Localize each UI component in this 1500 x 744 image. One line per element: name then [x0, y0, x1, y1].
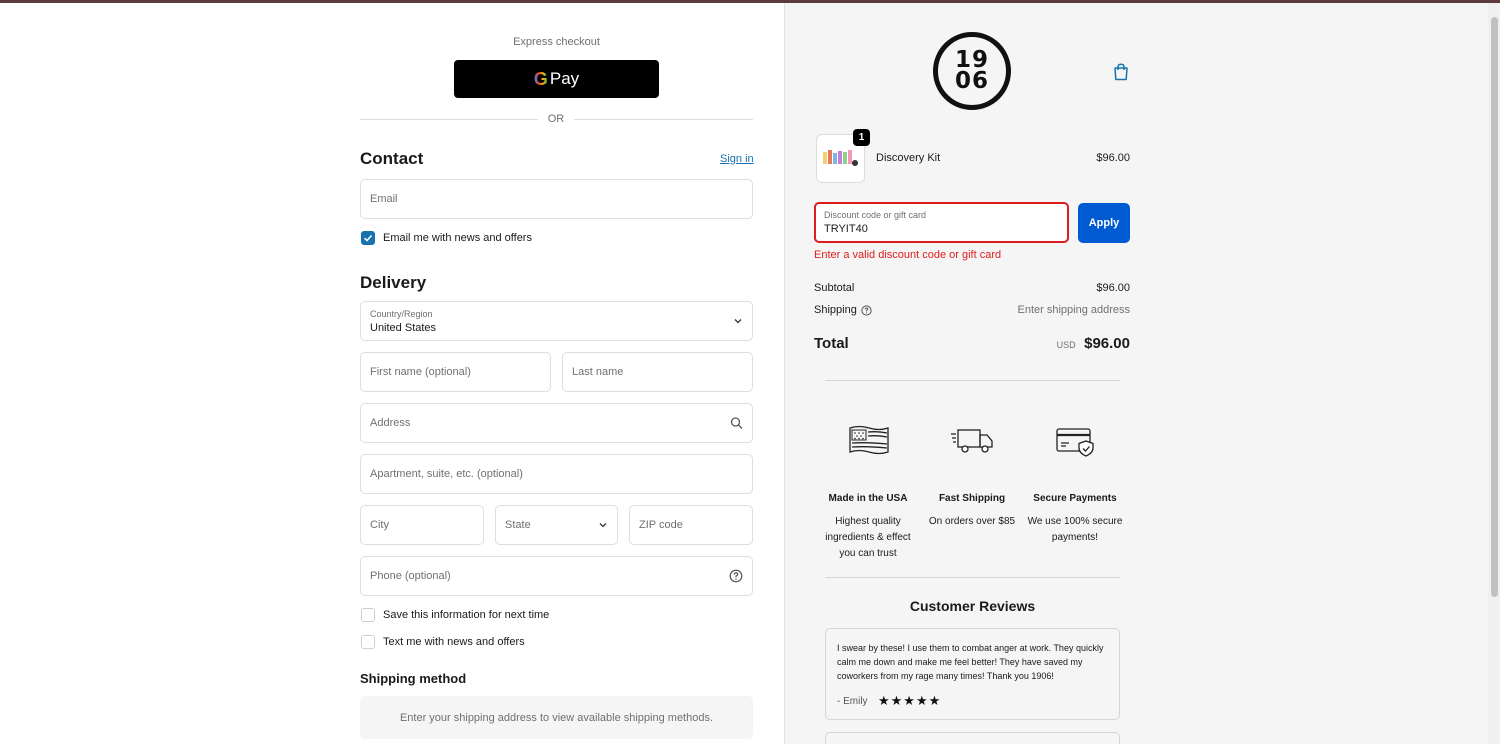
- cart-item-name: Discovery Kit: [876, 152, 941, 164]
- phone-field[interactable]: Phone (optional): [360, 556, 753, 596]
- google-pay-label: Pay: [549, 69, 580, 88]
- text-me-checkbox[interactable]: [361, 635, 375, 649]
- city-placeholder: City: [370, 519, 389, 531]
- scrollbar-thumb[interactable]: [1491, 17, 1498, 597]
- divider: [825, 380, 1120, 381]
- contact-title: Contact: [360, 149, 424, 168]
- feature-desc-made-in-usa: Highest quality ingredients & effect you…: [825, 516, 911, 559]
- feature-desc-secure-payments: We use 100% secure payments!: [1027, 516, 1123, 543]
- chevron-down-icon: [599, 523, 607, 528]
- divider-right: [574, 119, 753, 120]
- total-label: Total: [814, 335, 849, 352]
- subtotal-label: Subtotal: [814, 282, 855, 294]
- address-placeholder: Address: [370, 417, 411, 429]
- state-select[interactable]: State: [495, 505, 618, 545]
- quantity-badge: 1: [853, 129, 870, 146]
- shipping-value: Enter shipping address: [1017, 304, 1130, 316]
- email-news-label: Email me with news and offers: [383, 232, 532, 244]
- country-value: United States: [370, 322, 437, 334]
- search-icon: [730, 417, 743, 429]
- review-stars: ★★★★★: [878, 693, 942, 708]
- discount-code-input[interactable]: Discount code or gift card TRYIT40: [814, 202, 1069, 243]
- apartment-placeholder: Apartment, suite, etc. (optional): [370, 468, 523, 480]
- order-summary-column: 19 06 1 Discovery Kit $96.00 Discount co…: [784, 3, 1488, 744]
- review-card: [825, 732, 1120, 744]
- logo-bottom-text: 06: [954, 68, 989, 94]
- checkout-form-column: Express checkout G Pay OR Contact Sign i…: [0, 3, 784, 744]
- page-scrollbar[interactable]: [1488, 3, 1500, 744]
- zip-placeholder: ZIP code: [639, 519, 683, 531]
- feature-title-fast-shipping: Fast Shipping: [938, 493, 1006, 504]
- discount-error: Enter a valid discount code or gift card: [814, 249, 1002, 261]
- sign-in-link[interactable]: Sign in: [720, 153, 754, 165]
- review-author: - Emily: [837, 696, 868, 707]
- usa-flag-icon: [849, 425, 889, 455]
- brand-logo[interactable]: 19 06: [933, 32, 1011, 110]
- chevron-down-icon: [734, 319, 742, 324]
- help-circle-icon[interactable]: [861, 305, 872, 316]
- or-divider-label: OR: [547, 113, 565, 125]
- divider-left: [360, 119, 538, 120]
- google-pay-button[interactable]: G Pay: [454, 60, 659, 98]
- address-field[interactable]: Address: [360, 403, 753, 443]
- email-field[interactable]: Email: [360, 179, 753, 219]
- feature-title-secure-payments: Secure Payments: [1033, 493, 1117, 504]
- currency-code: USD: [1056, 340, 1076, 350]
- discount-label: Discount code or gift card: [824, 210, 927, 220]
- email-placeholder: Email: [370, 193, 398, 205]
- country-label: Country/Region: [370, 309, 433, 319]
- delivery-truck-icon: [951, 429, 993, 453]
- divider: [825, 577, 1120, 578]
- help-circle-icon[interactable]: [729, 569, 743, 583]
- feature-title-made-in-usa: Made in the USA: [828, 493, 908, 504]
- feature-desc-fast-shipping: On orders over $85: [928, 516, 1016, 527]
- shipping-label: Shipping: [814, 304, 857, 316]
- text-me-label: Text me with news and offers: [383, 636, 525, 648]
- last-name-placeholder: Last name: [572, 366, 624, 378]
- first-name-field[interactable]: First name (optional): [360, 352, 551, 392]
- shipping-method-notice: Enter your shipping address to view avai…: [399, 711, 714, 724]
- shipping-method-title: Shipping method: [360, 671, 467, 686]
- save-info-label: Save this information for next time: [383, 609, 550, 621]
- state-placeholder: State: [505, 519, 531, 531]
- shopping-bag-icon[interactable]: [1113, 63, 1129, 81]
- email-news-checkbox[interactable]: [361, 231, 375, 245]
- total-amount: USD $96.00: [1000, 335, 1130, 353]
- google-g-icon: G: [533, 69, 548, 89]
- city-field[interactable]: City: [360, 505, 484, 545]
- zip-field[interactable]: ZIP code: [629, 505, 753, 545]
- shipping-method-notice-box: Enter your shipping address to view avai…: [360, 696, 753, 739]
- discount-value: TRYIT40: [824, 223, 868, 235]
- secure-card-icon: [1056, 428, 1094, 457]
- reviews-title: Customer Reviews: [909, 598, 1036, 614]
- review-text: I swear by these! I use them to combat a…: [837, 643, 1104, 681]
- country-select[interactable]: Country/Region United States: [360, 301, 753, 341]
- phone-placeholder: Phone (optional): [370, 570, 451, 582]
- apply-button[interactable]: Apply: [1078, 203, 1130, 243]
- total-value: $96.00: [1084, 335, 1130, 352]
- check-icon: [363, 234, 373, 242]
- delivery-title: Delivery: [360, 273, 427, 292]
- cart-item-price: $96.00: [1096, 152, 1130, 164]
- review-card: I swear by these! I use them to combat a…: [825, 628, 1120, 720]
- subtotal-value: $96.00: [1096, 282, 1130, 294]
- express-checkout-label: Express checkout: [513, 36, 600, 48]
- save-info-checkbox[interactable]: [361, 608, 375, 622]
- first-name-placeholder: First name (optional): [370, 366, 471, 378]
- last-name-field[interactable]: Last name: [562, 352, 753, 392]
- apartment-field[interactable]: Apartment, suite, etc. (optional): [360, 454, 753, 494]
